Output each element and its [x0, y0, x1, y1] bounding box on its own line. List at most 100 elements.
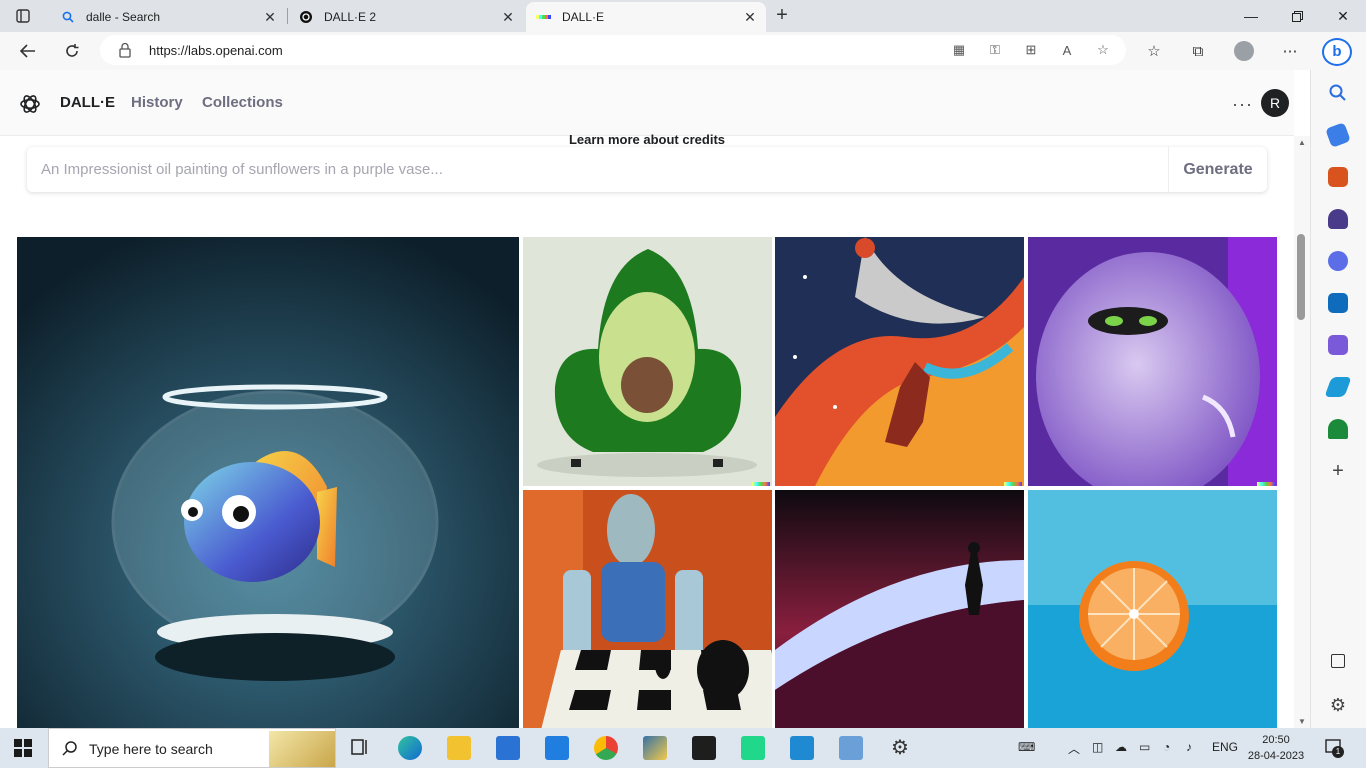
taskbar-search-text[interactable]: Type here to search: [89, 741, 213, 757]
learn-credits-link[interactable]: Learn more about credits: [0, 132, 1294, 147]
openai-logo-icon[interactable]: [18, 92, 42, 116]
back-button[interactable]: [14, 38, 42, 64]
tab-actions-icon[interactable]: [8, 6, 38, 26]
close-window-button[interactable]: ✕: [1320, 0, 1366, 32]
language-indicator[interactable]: ENG: [1212, 740, 1238, 754]
lock-icon[interactable]: [118, 42, 134, 58]
pycharm-icon[interactable]: [741, 736, 765, 760]
gallery-image-avocado-chair[interactable]: [523, 237, 772, 486]
meet-icon[interactable]: ◫: [1092, 740, 1103, 754]
sidebar-toggle-icon[interactable]: [1331, 654, 1345, 668]
bing-chat-icon[interactable]: b: [1322, 38, 1352, 66]
vscode-icon[interactable]: [790, 736, 814, 760]
browser-toolbar: https://labs.openai.com ▦ ⚿ ⊞ A ☆ ☆ ⧉ ⋯: [0, 32, 1366, 70]
read-aloud-icon[interactable]: A: [1058, 42, 1076, 58]
prompt-input[interactable]: [27, 147, 1167, 192]
store-icon[interactable]: [496, 736, 520, 760]
nav-history[interactable]: History: [131, 94, 183, 111]
dalle-watermark: [752, 482, 770, 486]
gallery-image-desert-wanderer[interactable]: [775, 490, 1024, 728]
close-tab-icon[interactable]: ✕: [500, 9, 516, 25]
gallery-image-space-basketball[interactable]: [775, 237, 1024, 486]
onedrive-icon[interactable]: ☁: [1115, 740, 1127, 754]
search-icon: [60, 9, 76, 25]
search-highlight-image: [269, 731, 335, 767]
shopping-tag-icon[interactable]: [1325, 122, 1351, 148]
openai-logo-icon: [298, 9, 314, 25]
scroll-down-icon[interactable]: ▼: [1298, 717, 1306, 726]
edge-sidebar: + ⚙: [1310, 70, 1366, 728]
gallery-image-goldfish[interactable]: [17, 237, 519, 728]
gallery-image-robot-chess[interactable]: [523, 490, 772, 728]
battery-icon[interactable]: ▭: [1139, 740, 1150, 754]
add-favorite-icon[interactable]: ☆: [1094, 42, 1112, 58]
collections-icon[interactable]: ⧉: [1187, 41, 1209, 61]
new-tab-button[interactable]: +: [772, 5, 792, 26]
key-icon[interactable]: ⚿: [986, 42, 1004, 58]
add-icon[interactable]: +: [1328, 461, 1348, 481]
windows-taskbar: Type here to search ⚙ ⌨ ︿ ◫ ☁ ▭ ◔ ♪ ENG …: [0, 728, 1366, 768]
tab-title: DALL·E: [562, 10, 605, 24]
dalle-watermark: [1004, 482, 1022, 486]
chrome-icon[interactable]: [594, 736, 618, 760]
keyboard-icon[interactable]: ⌨: [1018, 740, 1035, 754]
designer-icon[interactable]: [1328, 335, 1348, 355]
dalle-watermark: [1257, 482, 1275, 486]
gallery-image-purple-monster[interactable]: [1028, 237, 1277, 486]
address-bar[interactable]: https://labs.openai.com ▦ ⚿ ⊞ A ☆: [100, 35, 1126, 65]
system-clock[interactable]: 20:50 28-04-2023: [1246, 732, 1306, 764]
apps-icon[interactable]: ▦: [950, 42, 968, 58]
app-header: DALL·E History Collections ··· R: [0, 70, 1294, 136]
scroll-up-icon[interactable]: ▲: [1298, 138, 1306, 147]
python-icon[interactable]: [643, 736, 667, 760]
brand-link[interactable]: DALL·E: [60, 94, 115, 111]
settings-gear-icon[interactable]: ⚙: [888, 736, 912, 760]
wifi-icon[interactable]: ◔: [1163, 740, 1170, 754]
generate-button[interactable]: Generate: [1168, 147, 1267, 192]
office-icon[interactable]: [1328, 251, 1348, 271]
scroll-thumb[interactable]: [1297, 234, 1305, 320]
user-avatar[interactable]: R: [1261, 89, 1289, 117]
gallery-image-orange-half[interactable]: [1028, 490, 1277, 728]
settings-gear-icon[interactable]: ⚙: [1328, 695, 1348, 715]
refresh-button[interactable]: [58, 38, 86, 64]
send-icon[interactable]: [1324, 377, 1352, 397]
extensions-icon[interactable]: ⊞: [1022, 42, 1040, 58]
file-explorer-icon[interactable]: [447, 736, 471, 760]
page-scrollbar[interactable]: ▲ ▼: [1294, 136, 1310, 728]
games-icon[interactable]: [1328, 209, 1348, 229]
tab-title: DALL·E 2: [324, 10, 377, 24]
windows-start-icon[interactable]: [14, 739, 32, 757]
control-panel-icon[interactable]: [839, 736, 863, 760]
more-options-icon[interactable]: ···: [1232, 94, 1253, 115]
edge-taskbar-icon[interactable]: [398, 736, 422, 760]
close-tab-icon[interactable]: ✕: [742, 9, 758, 25]
show-hidden-icons[interactable]: ︿: [1068, 740, 1080, 757]
prompt-box: Generate: [27, 147, 1267, 192]
url-text[interactable]: https://labs.openai.com: [149, 43, 283, 58]
volume-icon[interactable]: ♪: [1186, 740, 1192, 754]
dalle-page: DALL·E History Collections ··· R Learn m…: [0, 70, 1294, 728]
favorites-icon[interactable]: ☆: [1143, 41, 1165, 61]
restore-button[interactable]: [1274, 0, 1320, 32]
search-icon[interactable]: [1328, 83, 1348, 103]
tree-icon[interactable]: [1328, 419, 1348, 439]
browser-tab-bar: dalle - Search ✕ DALL·E 2 ✕ DALL·E ✕ + —…: [0, 0, 1366, 32]
settings-more-icon[interactable]: ⋯: [1279, 41, 1301, 61]
dalle-favicon-icon: [536, 9, 552, 25]
notifications-icon[interactable]: 1: [1324, 738, 1344, 758]
nav-collections[interactable]: Collections: [202, 94, 283, 111]
tab-dalle-search[interactable]: dalle - Search ✕: [50, 2, 286, 32]
outlook-icon[interactable]: [1328, 293, 1348, 313]
profile-icon[interactable]: [1234, 41, 1254, 61]
tab-title: dalle - Search: [86, 10, 161, 24]
mail-icon[interactable]: [545, 736, 569, 760]
terminal-icon[interactable]: [692, 736, 716, 760]
task-view-icon[interactable]: [349, 736, 373, 760]
taskbar-search[interactable]: Type here to search: [48, 728, 336, 768]
tab-dalle-2[interactable]: DALL·E 2 ✕: [288, 2, 524, 32]
tab-dalle-active[interactable]: DALL·E ✕: [526, 2, 766, 32]
minimize-button[interactable]: —: [1228, 0, 1274, 32]
tools-icon[interactable]: [1328, 167, 1348, 187]
close-tab-icon[interactable]: ✕: [262, 9, 278, 25]
